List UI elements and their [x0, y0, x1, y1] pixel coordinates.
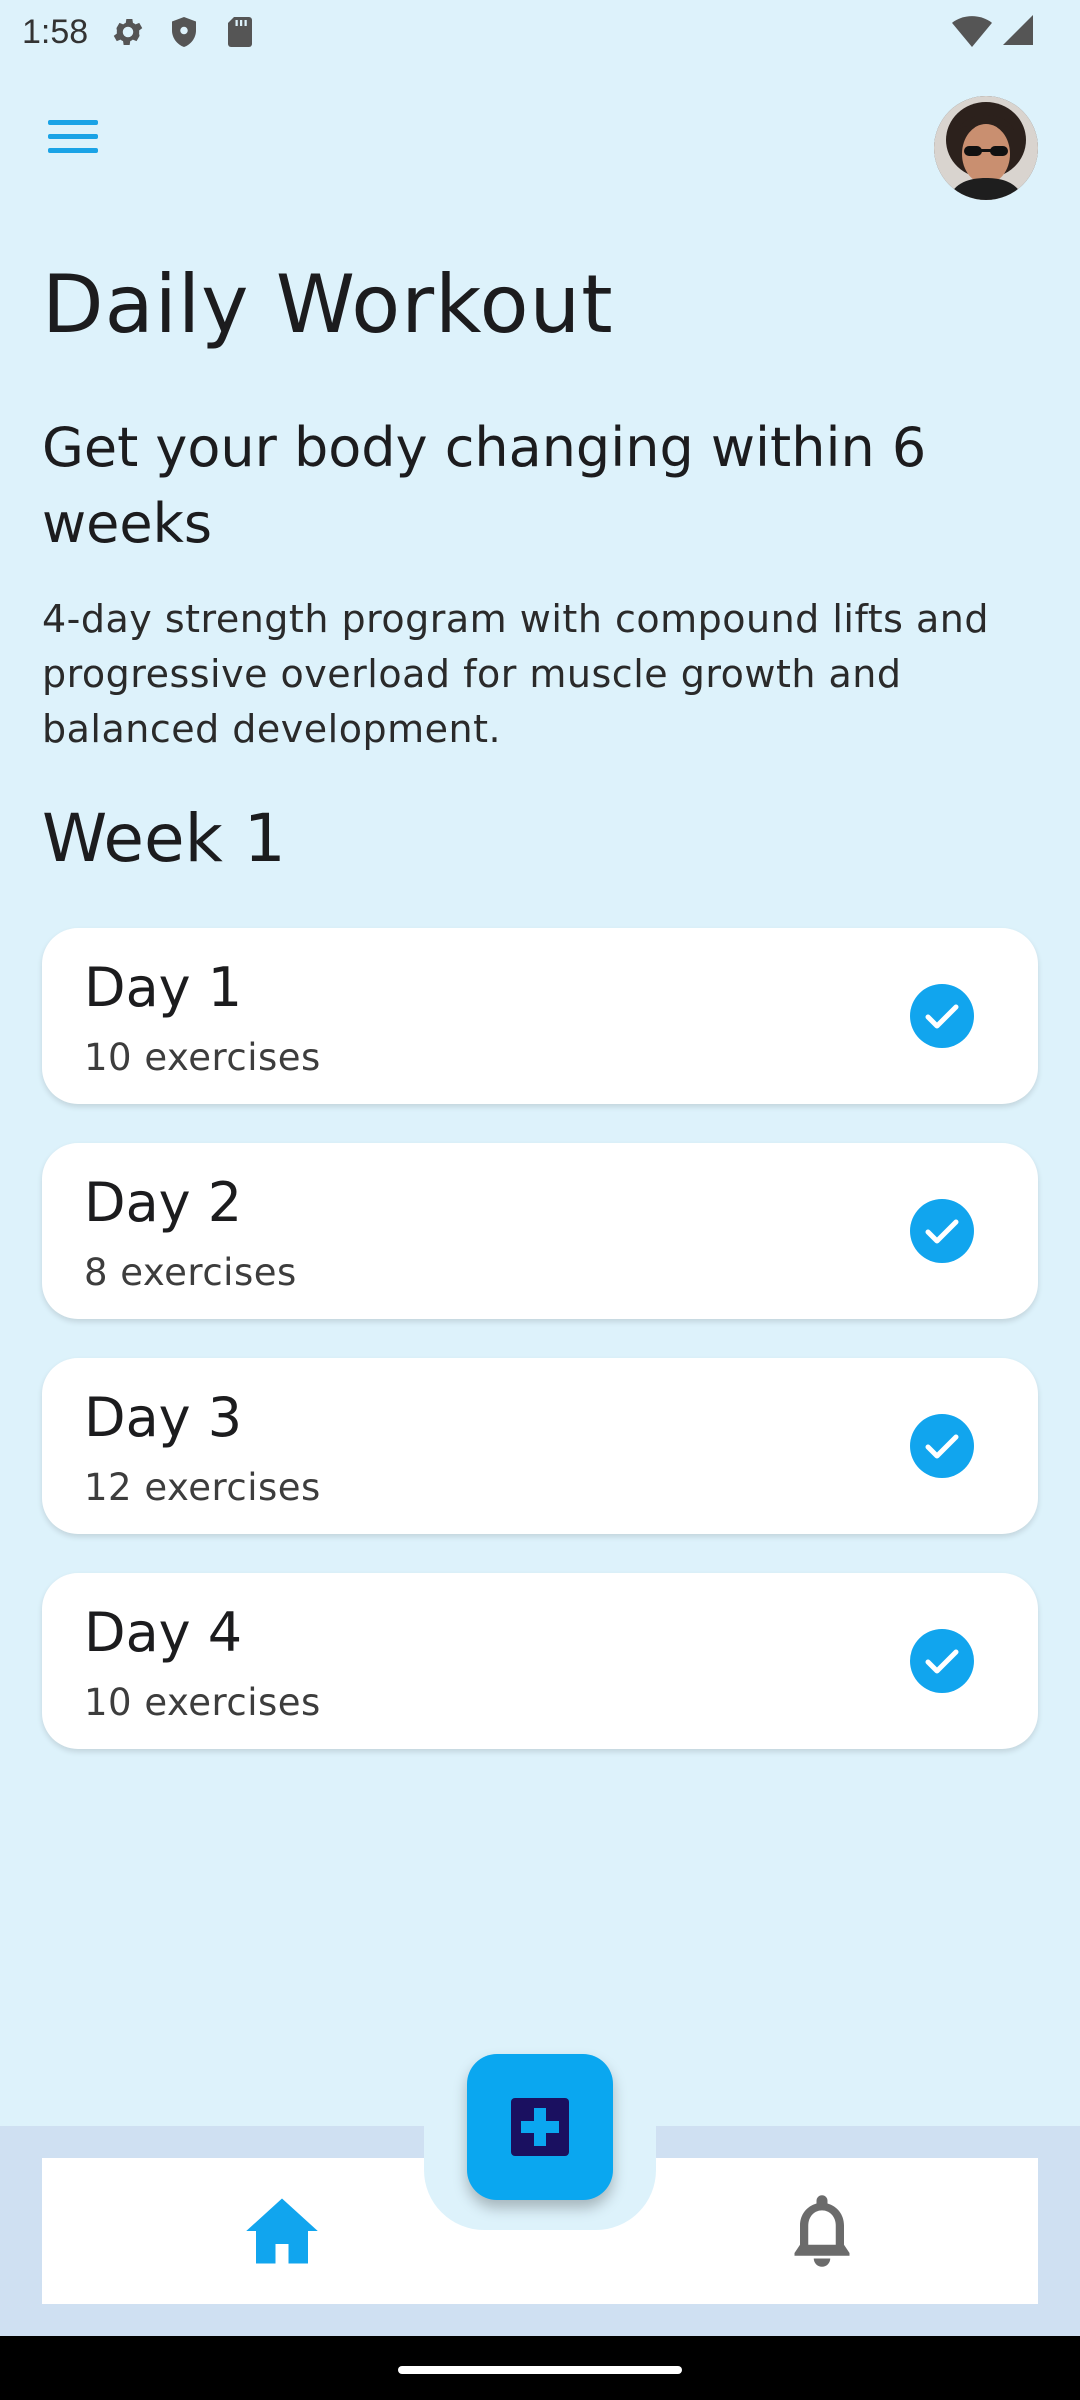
add-icon	[511, 2098, 569, 2156]
program-description: 4-day strength program with compound lif…	[42, 597, 989, 751]
day-name: Day 2	[84, 1171, 243, 1234]
day-name: Day 4	[84, 1601, 243, 1664]
check-circle-icon	[910, 1629, 974, 1693]
exercise-count: 10 exercises	[84, 1036, 321, 1079]
day-card[interactable]: Day 3 12 exercises	[42, 1358, 1038, 1534]
check-circle-icon	[910, 1199, 974, 1263]
status-right	[952, 12, 1036, 52]
system-gesture-bar	[0, 2336, 1080, 2400]
check-circle-icon	[910, 984, 974, 1048]
gesture-handle[interactable]	[398, 2366, 682, 2374]
exercise-count: 8 exercises	[84, 1251, 297, 1294]
shield-icon	[172, 17, 197, 47]
settings-icon	[113, 18, 143, 46]
day-card[interactable]: Day 2 8 exercises	[42, 1143, 1038, 1319]
wifi-icon	[952, 16, 992, 47]
page-subtitle: Get your body changing within 6 weeks	[42, 416, 927, 555]
user-avatar[interactable]	[934, 96, 1038, 200]
bell-icon[interactable]	[762, 2186, 882, 2276]
home-icon[interactable]	[222, 2186, 342, 2276]
hamburger-menu-icon[interactable]	[40, 108, 106, 164]
check-circle-icon	[910, 1414, 974, 1478]
page-title: Daily Workout	[42, 258, 614, 351]
exercise-count: 12 exercises	[84, 1466, 321, 1509]
day-card[interactable]: Day 1 10 exercises	[42, 928, 1038, 1104]
status-time: 1:58	[22, 12, 89, 51]
day-card[interactable]: Day 4 10 exercises	[42, 1573, 1038, 1749]
signal-icon	[1003, 15, 1033, 45]
add-button[interactable]	[467, 2054, 613, 2200]
status-bar: 1:58	[0, 0, 1080, 64]
day-list: Day 1 10 exercises Day 2 8 exercises Day…	[42, 928, 1038, 1788]
sd-card-icon	[228, 17, 253, 47]
exercise-count: 10 exercises	[84, 1681, 321, 1724]
day-name: Day 1	[84, 956, 243, 1019]
week-heading: Week 1	[42, 800, 286, 877]
day-name: Day 3	[84, 1386, 243, 1449]
